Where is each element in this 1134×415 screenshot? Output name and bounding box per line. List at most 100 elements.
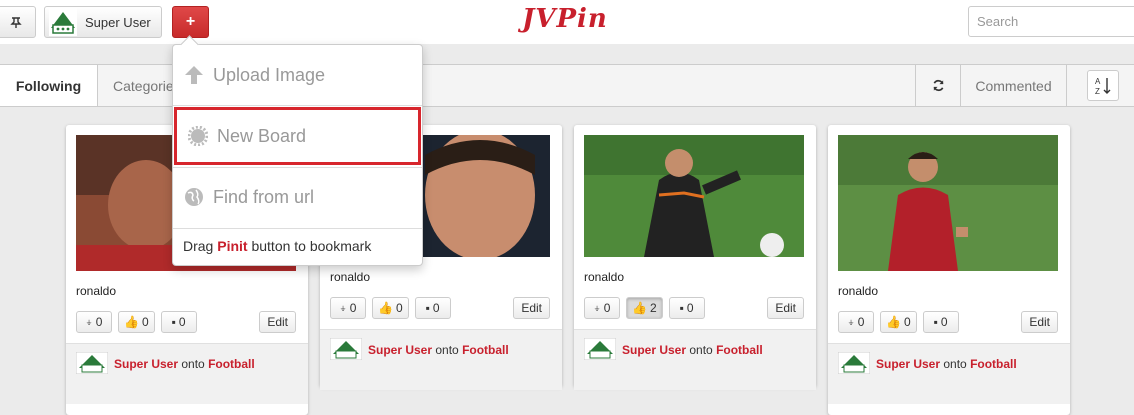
user-link[interactable]: Super User	[876, 357, 940, 371]
pin-attribution: Super User onto Football	[368, 343, 509, 357]
user-link[interactable]: Super User	[368, 343, 432, 357]
pin-actions: ⍖ 0 👍 0 ▪ 0	[76, 311, 197, 333]
avatar	[838, 352, 870, 374]
user-link[interactable]: Super User	[622, 343, 686, 357]
pin-attribution: Super User onto Football	[622, 343, 763, 357]
edit-button[interactable]: Edit	[513, 297, 550, 319]
pin-actions: ⍖ 0 👍 0 ▪ 0	[330, 297, 451, 319]
pushpin-icon: ⍖	[339, 300, 347, 315]
thumbs-up-icon: 👍	[632, 301, 647, 315]
comment-count: 0	[686, 301, 694, 315]
board-link[interactable]: Football	[970, 357, 1017, 371]
comment-button[interactable]: ▪ 0	[414, 297, 451, 319]
sort-az-icon: A Z	[1095, 77, 1111, 96]
pin-title: ronaldo	[330, 270, 371, 284]
user-name: Super User	[85, 14, 151, 30]
comment-button[interactable]: ▪ 0	[922, 311, 959, 333]
pin-image[interactable]	[584, 135, 804, 257]
comment-icon: ▪	[933, 315, 938, 329]
avatar	[76, 352, 108, 374]
board-link[interactable]: Football	[462, 343, 509, 357]
sub-navigation: Following Categories Commented A Z	[0, 64, 1134, 107]
like-count: 2	[649, 301, 657, 315]
refresh-button[interactable]	[915, 65, 961, 106]
plus-icon: +	[185, 13, 196, 30]
user-link[interactable]: Super User	[114, 357, 178, 371]
comment-count: 0	[178, 315, 186, 329]
pin-actions: ⍖ 0 👍 0 ▪ 0	[838, 311, 959, 333]
like-button[interactable]: 👍 0	[372, 297, 409, 319]
tab-commented[interactable]: Commented	[961, 65, 1067, 106]
avatar	[330, 338, 362, 360]
hint-text: Drag	[183, 238, 218, 254]
globe-icon	[183, 186, 205, 208]
pushpin-icon: ⍖	[593, 300, 601, 315]
hint-text: button to bookmark	[247, 238, 372, 254]
sort-button[interactable]: A Z	[1087, 70, 1119, 101]
bookmarklet-hint: Drag Pinit button to bookmark	[183, 238, 371, 254]
pin-card: ronaldo ⍖ 0 👍 2 ▪ 0 Edit Super User onto Fo…	[574, 125, 816, 390]
onto-text: onto	[178, 357, 209, 371]
onto-text: onto	[940, 357, 971, 371]
pin-actions: ⍖ 0 👍 2 ▪ 0	[584, 297, 705, 319]
board-link[interactable]: Football	[208, 357, 255, 371]
divider	[173, 105, 422, 106]
svg-text:Z: Z	[1095, 87, 1100, 96]
user-menu-button[interactable]: Super User	[44, 6, 162, 38]
pinit-bookmarklet[interactable]: Pinit	[217, 238, 247, 254]
onto-text: onto	[432, 343, 463, 357]
like-button[interactable]: 👍 2	[626, 297, 663, 319]
pushpin-icon: ⍖	[847, 314, 855, 329]
pin-image[interactable]	[838, 135, 1058, 271]
repin-menu-button[interactable]	[0, 6, 36, 38]
thumbs-up-icon: 👍	[886, 315, 901, 329]
comment-icon: ▪	[171, 315, 176, 329]
repin-button[interactable]: ⍖ 0	[76, 311, 112, 333]
pushpin-icon: ⍖	[85, 314, 93, 329]
edit-button[interactable]: Edit	[259, 311, 296, 333]
edit-button[interactable]: Edit	[1021, 311, 1058, 333]
menu-item-find-from-url[interactable]: Find from url	[173, 167, 422, 227]
repin-button[interactable]: ⍖ 0	[584, 297, 620, 319]
comment-icon: ▪	[679, 301, 684, 315]
menu-item-label: New Board	[217, 125, 307, 146]
comment-button[interactable]: ▪ 0	[160, 311, 197, 333]
board-link[interactable]: Football	[716, 343, 763, 357]
logo[interactable]: JVPin	[522, 4, 608, 34]
repin-count: 0	[349, 301, 357, 315]
comment-count: 0	[432, 301, 440, 315]
comment-button[interactable]: ▪ 0	[668, 297, 705, 319]
comment-icon: ▪	[425, 301, 430, 315]
search-input[interactable]	[968, 6, 1134, 37]
edit-button[interactable]: Edit	[767, 297, 804, 319]
pin-attribution: Super User onto Football	[114, 357, 255, 371]
pin-title: ronaldo	[584, 270, 625, 284]
top-bar: Super User + JVPin	[0, 0, 1134, 44]
pin-footer: Super User onto Football	[828, 343, 1070, 404]
upload-arrow-icon	[183, 64, 205, 86]
menu-item-new-board[interactable]: New Board	[174, 107, 421, 165]
add-button[interactable]: +	[172, 6, 209, 38]
like-button[interactable]: 👍 0	[118, 311, 155, 333]
onto-text: onto	[686, 343, 717, 357]
like-button[interactable]: 👍 0	[880, 311, 917, 333]
repin-button[interactable]: ⍖ 0	[838, 311, 874, 333]
tab-categories[interactable]: Categories	[98, 65, 181, 106]
like-count: 0	[395, 301, 403, 315]
repin-button[interactable]: ⍖ 0	[330, 297, 366, 319]
tab-following[interactable]: Following	[0, 65, 98, 106]
pin-attribution: Super User onto Football	[876, 357, 1017, 371]
divider	[173, 228, 422, 229]
pin-title: ronaldo	[838, 284, 879, 298]
pin-footer: Super User onto Football	[574, 329, 816, 390]
pushpin-icon	[10, 17, 22, 28]
svg-text:A: A	[1095, 77, 1101, 86]
gear-icon	[187, 125, 209, 147]
repin-count: 0	[95, 315, 103, 329]
add-dropdown-menu: Upload Image New Board Find from url Dra…	[172, 35, 423, 266]
menu-item-label: Upload Image	[213, 64, 326, 85]
like-count: 0	[141, 315, 149, 329]
menu-item-upload-image[interactable]: Upload Image	[173, 45, 422, 105]
avatar	[49, 8, 77, 36]
thumbs-up-icon: 👍	[378, 301, 393, 315]
